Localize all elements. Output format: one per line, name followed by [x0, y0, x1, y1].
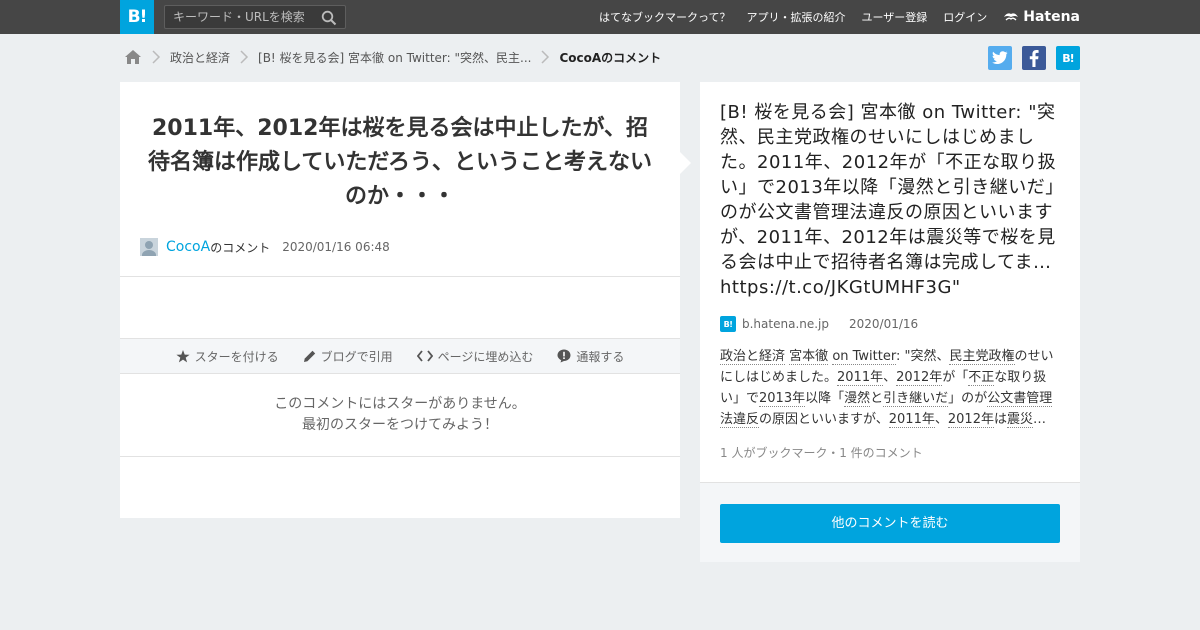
comment-card: 2011年、2012年は桜を見る会は中止したが、招待名簿は作成していただろう、と…	[120, 82, 680, 518]
add-star-label: スターを付ける	[194, 349, 279, 364]
nav-login[interactable]: ログイン	[943, 9, 987, 25]
no-star-line-2: 最初のスターをつけてみよう！	[302, 417, 498, 433]
hatena-brand-label: Hatena	[1023, 9, 1080, 25]
entry-title-link[interactable]: [B! 桜を見る会] 宮本徹 on Twitter: "突然、民主党政権のせいに…	[720, 100, 1064, 300]
card-pointer	[680, 152, 691, 174]
entry-card-footer: 他のコメントを読む	[700, 482, 1080, 562]
read-other-comments-button[interactable]: 他のコメントを読む	[720, 504, 1060, 543]
nav-register[interactable]: ユーザー登録	[861, 9, 927, 25]
chevron-right-icon	[541, 50, 550, 64]
description-text: : "突然、	[895, 349, 950, 364]
keyword-link[interactable]: 民主党政権	[949, 349, 1015, 365]
facebook-icon	[1029, 49, 1039, 67]
chevron-right-icon	[240, 50, 249, 64]
keyword-link[interactable]: 2011年	[888, 412, 935, 428]
search-box	[164, 5, 346, 29]
report-label: 通報する	[576, 349, 625, 364]
keyword-link[interactable]: 引き継いだ	[883, 391, 949, 407]
comment-text: 2011年、2012年は桜を見る会は中止したが、招待名簿は作成していただろう、と…	[147, 116, 653, 209]
description-text: 」のが	[948, 391, 988, 406]
keyword-link[interactable]: 2012年	[896, 370, 943, 386]
chevron-right-icon	[152, 50, 161, 64]
breadcrumb-category[interactable]: 政治と経済	[170, 49, 230, 66]
blog-quote-button[interactable]: ブログで引用	[303, 348, 393, 365]
site-favicon-icon: B!	[720, 316, 736, 332]
hatena-wing-icon	[1004, 13, 1019, 21]
keyword-link[interactable]: 震災	[1006, 412, 1033, 428]
search-input[interactable]	[173, 9, 313, 25]
keyword-link[interactable]: on Twitter	[832, 349, 896, 365]
pencil-icon	[303, 350, 315, 362]
avatar[interactable]	[140, 238, 158, 256]
keyword-link[interactable]: 2011年	[837, 370, 884, 386]
blog-quote-label: ブログで引用	[320, 349, 393, 364]
entry-description: 政治と経済 宮本徹 on Twitter: "突然、民主党政権のせいにしはじめま…	[720, 346, 1060, 430]
entry-date: 2020/01/16	[849, 317, 919, 331]
no-star-message: このコメントにはスターがありません。 最初のスターをつけてみよう！	[120, 394, 680, 436]
breadcrumb-current: CocoAのコメント	[559, 50, 662, 65]
breadcrumb-entry[interactable]: [B! 桜を見る会] 宮本徹 on Twitter: "突然、民主...	[258, 49, 531, 66]
description-text: の原因といいますが、	[759, 412, 889, 427]
twitter-share-button[interactable]	[988, 46, 1012, 70]
entry-card: [B! 桜を見る会] 宮本徹 on Twitter: "突然、民主党政権のせいに…	[700, 82, 1080, 562]
keyword-link[interactable]: 2012年	[947, 412, 994, 428]
description-text: 以降「	[805, 391, 845, 406]
description-text: 、	[883, 370, 897, 385]
hatena-share-button[interactable]: B!	[1056, 46, 1080, 70]
search-icon[interactable]	[321, 10, 337, 26]
keyword-link[interactable]: 宮本徹	[789, 349, 829, 365]
keyword-link[interactable]: 漫然	[844, 391, 871, 407]
description-text: は	[993, 412, 1007, 427]
no-star-line-1: このコメントにはスターがありません。	[274, 396, 526, 412]
entry-domain-link[interactable]: b.hatena.ne.jp	[742, 317, 829, 331]
nav-apps[interactable]: アプリ・拡張の紹介	[746, 9, 845, 25]
divider	[120, 456, 680, 457]
keyword-link[interactable]: 2013年	[759, 391, 806, 407]
facebook-share-button[interactable]	[1022, 46, 1046, 70]
home-icon[interactable]	[124, 48, 142, 66]
comment-date[interactable]: 2020/01/16 06:48	[282, 240, 390, 254]
alert-icon	[557, 349, 571, 363]
embed-button[interactable]: ページに埋め込む	[416, 348, 534, 365]
nav-about[interactable]: はてなブックマークって？	[599, 9, 730, 25]
add-star-button[interactable]: スターを付ける	[175, 348, 279, 365]
share-buttons: B!	[978, 46, 1080, 70]
star-icon	[175, 349, 190, 362]
top-nav: はてなブックマークって？ アプリ・拡張の紹介 ユーザー登録 ログイン Haten…	[583, 0, 1080, 34]
description-text: …	[1033, 412, 1046, 427]
comment-user-suffix: のコメント	[210, 240, 271, 255]
divider	[120, 276, 680, 277]
breadcrumb: 政治と経済 [B! 桜を見る会] 宮本徹 on Twitter: "突然、民主.…	[124, 46, 661, 68]
description-text: が「	[942, 370, 969, 385]
entry-meta: B! b.hatena.ne.jp 2020/01/16	[720, 315, 918, 333]
keyword-link[interactable]: 政治と経済	[720, 349, 786, 365]
comment-user-link[interactable]: CocoA	[166, 239, 210, 255]
embed-label: ページに埋め込む	[437, 349, 534, 364]
code-icon	[416, 350, 433, 362]
comment-actions: スターを付ける ブログで引用 ページに埋め込む 通報する	[120, 338, 680, 374]
bookmark-count[interactable]: 1 人がブックマーク・1 件のコメント	[720, 444, 923, 461]
description-text: 、	[934, 412, 948, 427]
description-text: と	[870, 391, 884, 406]
hatena-brand[interactable]: Hatena	[1003, 9, 1080, 25]
hatena-bookmark-logo[interactable]: B!	[120, 0, 154, 34]
keyword-link[interactable]: 不正	[968, 370, 995, 386]
report-button[interactable]: 通報する	[557, 348, 624, 365]
top-header: B! はてなブックマークって？ アプリ・拡張の紹介 ユーザー登録 ログイン Ha…	[0, 0, 1200, 34]
twitter-icon	[992, 51, 1008, 64]
comment-meta: CocoA のコメント 2020/01/16 06:48	[140, 237, 390, 257]
